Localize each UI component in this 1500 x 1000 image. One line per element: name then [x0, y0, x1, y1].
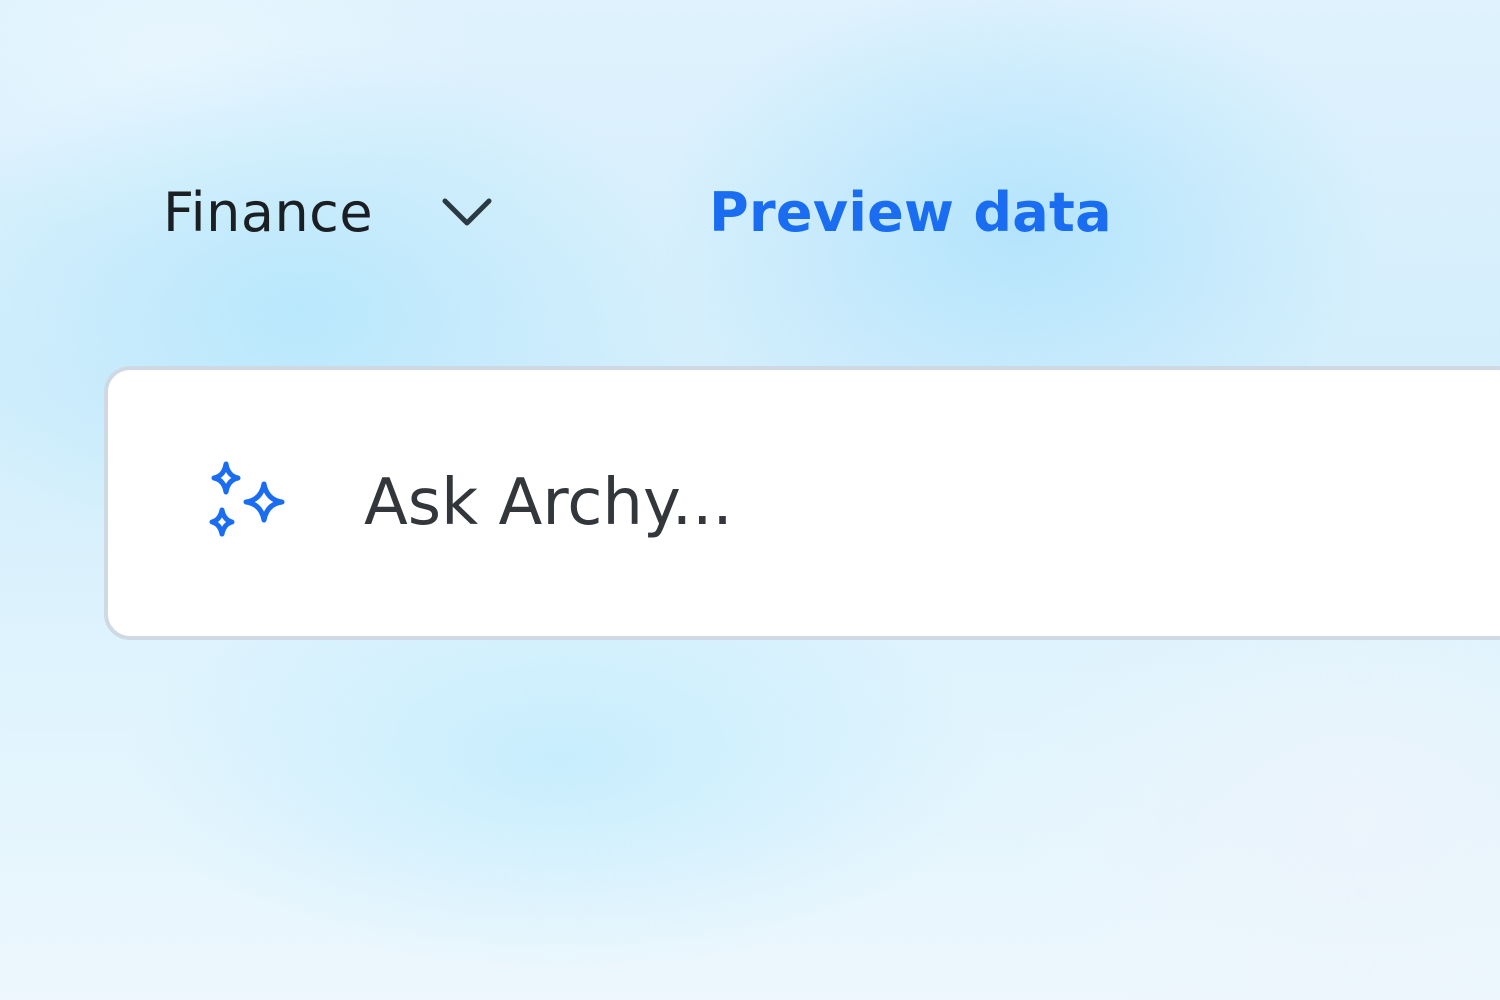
ask-archy-box[interactable]	[104, 366, 1500, 640]
ask-archy-input[interactable]	[364, 466, 1364, 540]
preview-data-link[interactable]: Preview data	[709, 181, 1112, 244]
department-dropdown-label: Finance	[163, 180, 374, 244]
chevron-down-icon[interactable]	[439, 192, 495, 232]
department-dropdown[interactable]: Finance	[163, 181, 495, 244]
toolbar: Finance Preview data	[163, 172, 1112, 252]
sparkle-icon	[198, 458, 294, 548]
